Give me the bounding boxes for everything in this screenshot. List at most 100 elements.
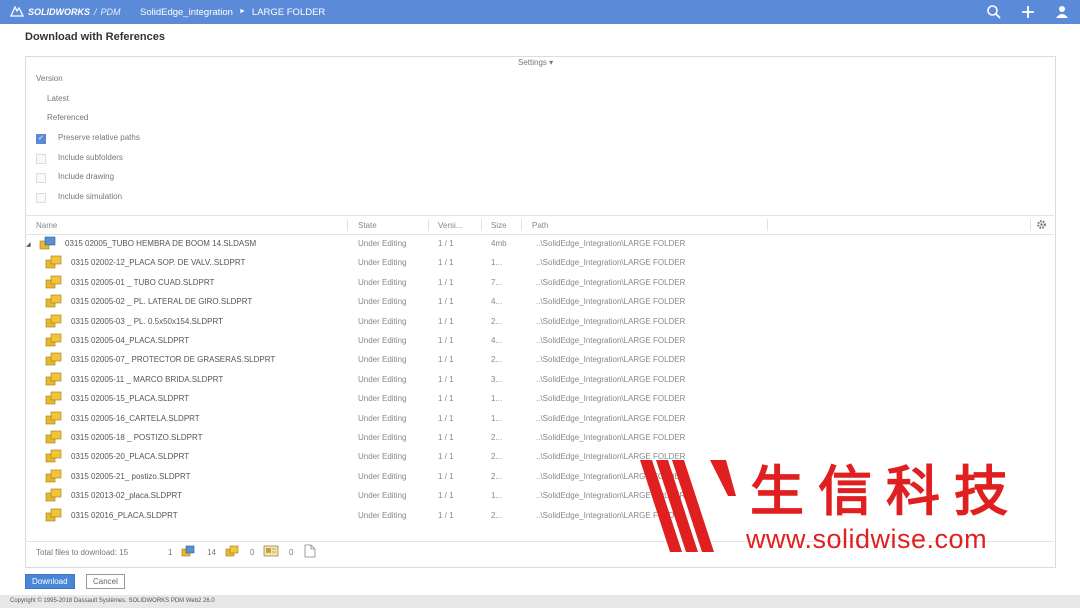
column-state[interactable]: State: [358, 221, 377, 230]
table-row[interactable]: 0315 02005-01 _ TUBO CUAD.SLDPRT Under Ed…: [25, 273, 1054, 292]
part-icon: [45, 449, 63, 465]
file-size: 1...: [491, 258, 503, 268]
file-path: ..\SolidEdge_Integration\LARGE FOLDER: [536, 433, 686, 442]
breadcrumb-separator: ►: [238, 8, 246, 15]
breadcrumb: SolidEdge_integration ► LARGE FOLDER: [140, 7, 325, 18]
version-referenced-option[interactable]: Referenced: [47, 113, 88, 122]
plus-icon[interactable]: [1020, 4, 1036, 20]
file-name: 0315 02005-02 _ PL. LATERAL DE GIRO.SLDP…: [71, 297, 253, 307]
column-version[interactable]: Versi...: [438, 221, 462, 230]
file-size: 4mb: [491, 239, 507, 248]
file-size: 1...: [491, 413, 503, 423]
table-row[interactable]: 0315 02005-04_PLACA.SLDPRT Under Editing 1…: [25, 331, 1054, 350]
file-name: 0315 02005-04_PLACA.SLDPRT: [71, 336, 190, 345]
breadcrumb-item-vault[interactable]: SolidEdge_integration: [140, 7, 233, 18]
document-icon: [304, 544, 316, 560]
file-state: Under Editing: [358, 394, 407, 404]
file-name: 0315 02005-07_ PROTECTOR DE GRASERAS.SLD…: [71, 355, 276, 365]
file-name: 0315 02005-03 _ PL. 0.5x50x154.SLDPRT: [71, 316, 223, 326]
file-state: Under Editing: [358, 471, 407, 481]
assembly-icon: [180, 544, 196, 560]
part-icon: [45, 333, 63, 349]
file-size: 7...: [491, 277, 503, 287]
user-icon[interactable]: [1054, 4, 1070, 20]
file-name: 0315 02005-01 _ TUBO CUAD.SLDPRT: [71, 277, 215, 287]
part-icon: [45, 508, 63, 524]
file-state: Under Editing: [358, 452, 407, 462]
file-path: ..\SolidEdge_Integration\LARGE FOLDER: [536, 355, 686, 365]
other-count: 0: [289, 548, 294, 557]
checkbox-label: Include subfolders: [58, 153, 123, 162]
checkbox-label: Preserve relative paths: [58, 133, 140, 142]
file-name: 0315 02005-20_PLACA.SLDPRT: [71, 452, 190, 462]
file-size: 2...: [491, 452, 503, 462]
file-state: Under Editing: [358, 355, 407, 365]
file-version: 1 / 1: [438, 510, 454, 520]
part-icon: [45, 294, 63, 310]
file-state: Under Editing: [358, 336, 407, 345]
assembly-count: 1: [168, 548, 173, 557]
download-button[interactable]: Download: [25, 574, 75, 589]
breadcrumb-item-folder[interactable]: LARGE FOLDER: [252, 7, 325, 18]
file-size: 2...: [491, 355, 503, 365]
cancel-button[interactable]: Cancel: [86, 574, 125, 589]
table-row[interactable]: 0315 02002-12_PLACA SOP. DE VALV..SLDPRT…: [25, 253, 1054, 272]
column-path[interactable]: Path: [532, 221, 548, 230]
expand-toggle-icon[interactable]: ◢: [26, 241, 31, 248]
file-size: 2...: [491, 471, 503, 481]
checkbox-1[interactable]: [36, 154, 46, 164]
file-name: 0315 02005-21_ postizo.SLDPRT: [71, 471, 191, 481]
table-row[interactable]: 0315 02005-11 _ MARCO BRIDA.SLDPRT Under …: [25, 370, 1054, 389]
file-path: ..\SolidEdge_Integration\LARGE FOLDER: [536, 297, 686, 307]
file-name: 0315 02005-18 _ POSTIZO.SLDPRT: [71, 433, 203, 442]
version-latest-option[interactable]: Latest: [47, 94, 69, 103]
file-path: ..\SolidEdge_Integration\LARGE FOLDER: [536, 258, 686, 268]
drawing-count: 0: [250, 548, 255, 557]
total-files-label: Total files to download: 15: [36, 548, 129, 557]
checkbox-3[interactable]: [36, 193, 46, 203]
column-size[interactable]: Size: [491, 221, 507, 230]
file-size: 1...: [491, 394, 503, 404]
file-version: 1 / 1: [438, 471, 454, 481]
table-row[interactable]: 0315 02005-16_CARTELA.SLDPRT Under Editin…: [25, 409, 1054, 428]
file-size: 1...: [491, 491, 503, 501]
file-state: Under Editing: [358, 491, 407, 501]
part-icon: [45, 488, 63, 504]
file-state: Under Editing: [358, 374, 407, 384]
file-name: 0315 02005-15_PLACA.SLDPRT: [71, 394, 190, 404]
table-row[interactable]: 0315 02005-15_PLACA.SLDPRT Under Editing 1…: [25, 389, 1054, 408]
table-row[interactable]: ◢ 0315 02005_TUBO HEMBRA DE BOOM 14.SLDAS…: [25, 234, 1054, 253]
table-row[interactable]: 0315 02005-03 _ PL. 0.5x50x154.SLDPRT Und…: [25, 312, 1054, 331]
settings-toggle[interactable]: Settings ▾: [518, 58, 553, 67]
file-state: Under Editing: [358, 510, 407, 520]
part-icon: [45, 411, 63, 427]
file-version: 1 / 1: [438, 258, 454, 268]
table-row[interactable]: 0315 02005-07_ PROTECTOR DE GRASERAS.SLD…: [25, 350, 1054, 369]
ds-logo-icon: [10, 6, 24, 17]
file-state: Under Editing: [358, 277, 407, 287]
assembly-icon: [39, 236, 57, 252]
search-icon[interactable]: [986, 4, 1002, 20]
file-version: 1 / 1: [438, 394, 454, 404]
checkbox-2[interactable]: [36, 173, 46, 183]
checkbox-0[interactable]: [36, 134, 46, 144]
file-state: Under Editing: [358, 413, 407, 423]
part-icon: [45, 314, 63, 330]
gear-icon[interactable]: [1036, 219, 1047, 232]
file-name: 0315 02005-16_CARTELA.SLDPRT: [71, 413, 200, 423]
file-version: 1 / 1: [438, 336, 454, 345]
checkbox-label: Include drawing: [58, 172, 115, 181]
file-version: 1 / 1: [438, 452, 454, 462]
file-size: 2...: [491, 510, 503, 520]
table-row[interactable]: 0315 02005-18 _ POSTIZO.SLDPRT Under Edit…: [25, 428, 1054, 447]
part-icon: [224, 544, 240, 560]
file-state: Under Editing: [358, 316, 407, 326]
watermark-url: www.solidwise.com: [746, 524, 988, 554]
checkbox-label: Include simulation: [58, 192, 123, 201]
file-version: 1 / 1: [438, 413, 454, 423]
file-path: ..\SolidEdge_Integration\LARGE FOLDER: [536, 316, 686, 326]
column-name[interactable]: Name: [36, 221, 57, 230]
file-size: 4...: [491, 297, 503, 307]
table-row[interactable]: 0315 02005-02 _ PL. LATERAL DE GIRO.SLDP…: [25, 292, 1054, 311]
copyright-bar: Copyright © 1995-2018 Dassault Systèmes.…: [0, 595, 1080, 608]
